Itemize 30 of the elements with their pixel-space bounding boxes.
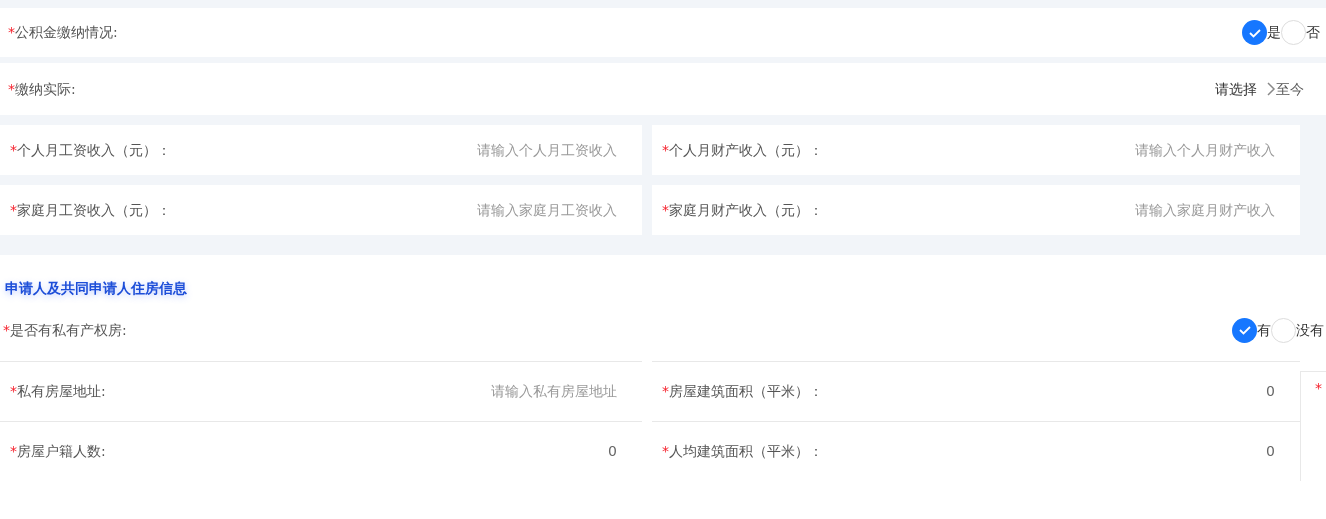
radio-option[interactable]: 是 (1242, 20, 1281, 45)
field-label: *个人月财产收入（元）： (662, 140, 823, 160)
field-label: *人均建筑面积（平米）： (662, 442, 823, 461)
chevron-right-icon (1267, 82, 1276, 96)
field-label: *公积金缴纳情况: (8, 23, 118, 42)
field-label: *房屋户籍人数: (10, 442, 106, 461)
required-mark: * (1315, 380, 1322, 396)
field-label: *缴纳实际: (8, 79, 76, 99)
section-title: 申请人及共同申请人住房信息 (5, 279, 187, 298)
radio-option[interactable]: 没有 (1271, 317, 1324, 343)
field-label: *私有房屋地址: (10, 382, 106, 401)
text-input[interactable]: 请输入家庭月工资收入 (357, 199, 617, 221)
check-icon (1242, 20, 1267, 45)
text-input[interactable]: 请输入个人月财产收入 (1015, 139, 1275, 161)
radio-option[interactable]: 否 (1281, 20, 1320, 45)
radio-option[interactable]: 有 (1232, 317, 1271, 343)
field-label: *个人月工资收入（元）： (10, 140, 171, 160)
field-label: *是否有私有产权房: (3, 320, 127, 340)
text-input[interactable]: 请输入私有房屋地址 (357, 381, 617, 402)
number-input[interactable]: 0 (1155, 441, 1275, 462)
date-select[interactable]: 请选择 (1215, 78, 1257, 100)
text-input[interactable]: 请输入家庭月财产收入 (1015, 199, 1275, 221)
check-icon (1232, 317, 1257, 343)
number-input[interactable]: 0 (1155, 381, 1275, 402)
field-label: *家庭月工资收入（元）： (10, 200, 171, 220)
text-input[interactable]: 请输入个人月工资收入 (357, 139, 617, 161)
number-input[interactable]: 0 (497, 441, 617, 462)
field-label: *房屋建筑面积（平米）： (662, 382, 823, 401)
field-label: *家庭月财产收入（元）： (662, 200, 823, 220)
end-date: 至今 (1276, 79, 1304, 99)
